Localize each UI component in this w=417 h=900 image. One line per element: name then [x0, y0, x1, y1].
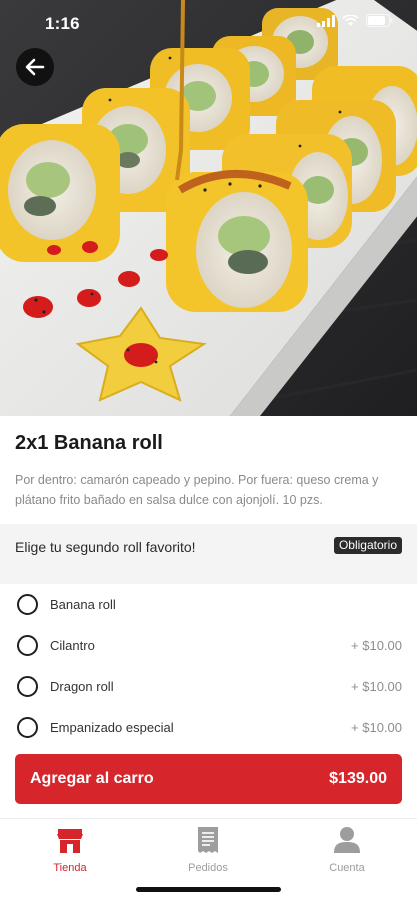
option-row[interactable]: Dragon roll + $10.00: [0, 666, 417, 707]
receipt-icon: [197, 826, 219, 859]
option-group-label: Elige tu segundo roll favorito!: [15, 539, 196, 555]
radio-button[interactable]: [17, 676, 38, 697]
product-description: Por dentro: camarón capeado y pepino. Po…: [15, 473, 379, 507]
tab-cuenta[interactable]: Cuenta: [297, 826, 397, 874]
option-label: Dragon roll: [50, 679, 114, 694]
option-row[interactable]: Banana roll: [0, 584, 417, 625]
radio-button[interactable]: [17, 717, 38, 738]
wifi-icon: [342, 14, 359, 27]
back-arrow-icon: [25, 58, 45, 76]
store-icon: [56, 828, 84, 859]
add-to-cart-button[interactable]: Agregar al carro $139.00: [15, 754, 402, 804]
option-row[interactable]: Empanizado especial + $10.00: [0, 707, 417, 748]
option-list: Banana roll Cilantro + $10.00 Dragon rol…: [0, 584, 417, 748]
status-time: 1:16: [45, 14, 80, 33]
tab-label: Cuenta: [329, 862, 365, 874]
add-to-cart-price: $139.00: [329, 770, 387, 787]
home-indicator: [136, 887, 281, 892]
back-button[interactable]: [16, 48, 54, 86]
person-icon: [333, 826, 361, 859]
radio-button[interactable]: [17, 635, 38, 656]
option-row[interactable]: Cilantro + $10.00: [0, 625, 417, 666]
required-badge: Obligatorio: [333, 537, 402, 554]
tab-label: Pedidos: [188, 862, 228, 874]
tab-tienda[interactable]: Tienda: [20, 829, 120, 874]
option-group-header: Elige tu segundo roll favorito! Obligato…: [0, 524, 417, 584]
signal-icon: [317, 14, 335, 27]
tab-pedidos[interactable]: Pedidos: [158, 826, 258, 874]
radio-button[interactable]: [17, 594, 38, 615]
tab-label: Tienda: [53, 862, 87, 874]
option-price: + $10.00: [351, 679, 402, 694]
battery-icon: [366, 14, 393, 27]
option-label: Empanizado especial: [50, 720, 174, 735]
status-icons: [317, 14, 393, 27]
product-title: 2x1 Banana roll: [15, 432, 163, 454]
status-bar: 1:16: [0, 0, 417, 46]
option-price: + $10.00: [351, 638, 402, 653]
option-price: + $10.00: [351, 720, 402, 735]
option-label: Cilantro: [50, 638, 95, 653]
product-photo: 1:16: [0, 0, 417, 416]
option-label: Banana roll: [50, 597, 116, 612]
add-to-cart-label: Agregar al carro: [30, 770, 154, 787]
